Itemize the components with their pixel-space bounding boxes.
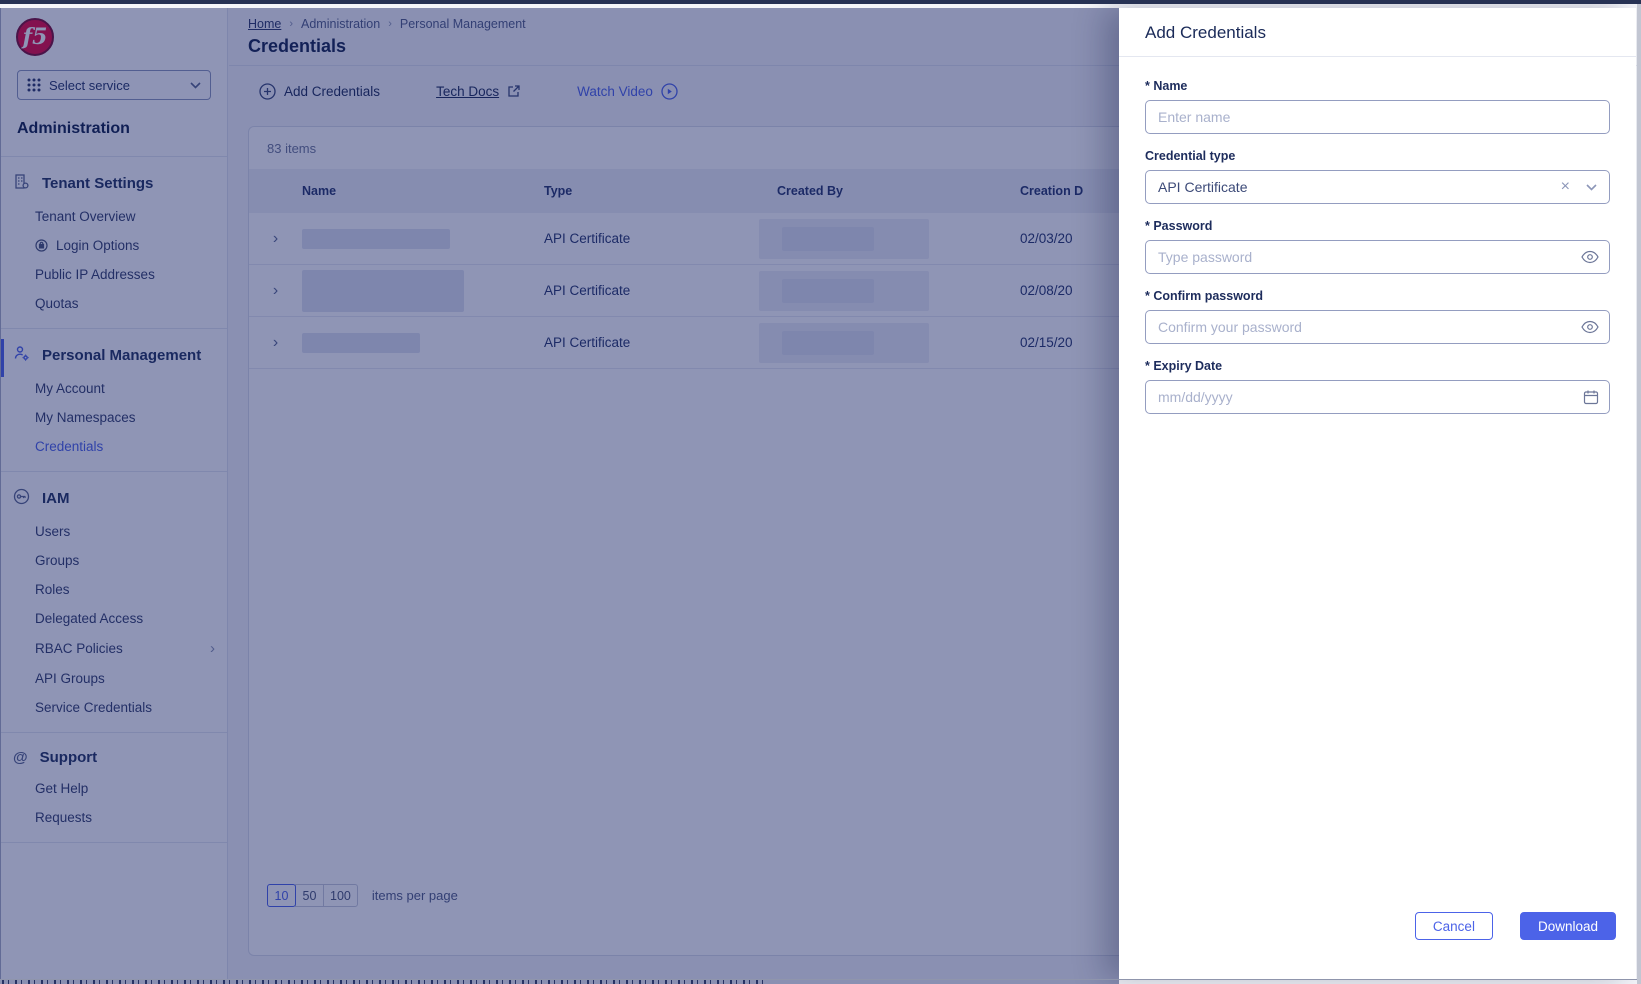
credential-type-value: API Certificate	[1158, 179, 1561, 195]
password-input[interactable]	[1145, 240, 1610, 274]
credential-type-field-label: Credential type	[1145, 149, 1610, 163]
panel-form: * Name Credential type API Certificate ×…	[1119, 57, 1636, 414]
panel-title: Add Credentials	[1119, 8, 1636, 57]
credential-type-select[interactable]: API Certificate ×	[1145, 170, 1610, 204]
app-window: f5 Select service Administration Tenant …	[0, 0, 1641, 984]
clear-selection-icon[interactable]: ×	[1561, 178, 1570, 196]
add-credentials-panel: Add Credentials * Name Credential type A…	[1119, 8, 1636, 979]
name-input[interactable]	[1145, 100, 1610, 134]
modal-dim-overlay[interactable]	[0, 8, 1119, 984]
window-bottom-edge	[0, 979, 1641, 980]
chevron-down-icon[interactable]	[1586, 184, 1597, 191]
expiry-date-field-label: * Expiry Date	[1145, 359, 1610, 373]
calendar-icon[interactable]	[1583, 389, 1599, 405]
confirm-password-field-label: * Confirm password	[1145, 289, 1610, 303]
cancel-button[interactable]: Cancel	[1415, 912, 1493, 940]
show-password-eye-icon[interactable]	[1581, 251, 1599, 264]
password-field-label: * Password	[1145, 219, 1610, 233]
download-button[interactable]: Download	[1520, 912, 1616, 940]
confirm-password-input[interactable]	[1145, 310, 1610, 344]
expiry-date-input[interactable]	[1145, 380, 1610, 414]
name-field-label: * Name	[1145, 79, 1610, 93]
panel-footer: Cancel Download	[1415, 912, 1616, 940]
show-password-eye-icon[interactable]	[1581, 321, 1599, 334]
